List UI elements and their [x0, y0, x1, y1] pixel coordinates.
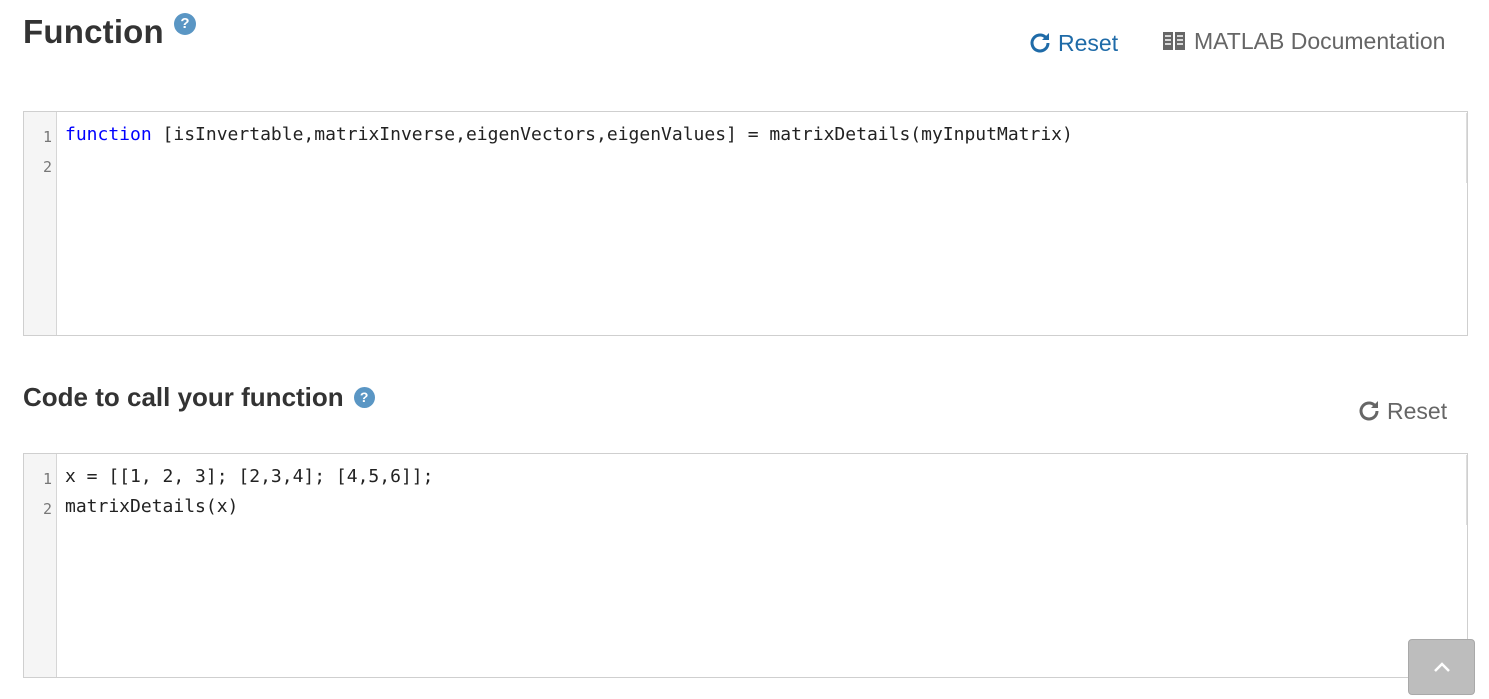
refresh-icon	[1030, 33, 1050, 53]
function-signature: [isInvertable,matrixInverse,eigenVectors…	[151, 124, 1073, 145]
function-header: Function ?	[23, 12, 196, 52]
call-title: Code to call your function	[23, 381, 344, 412]
line-number: 1	[42, 470, 52, 488]
matlab-documentation-label: MATLAB Documentation	[1194, 27, 1446, 54]
function-reset-button[interactable]: Reset	[1028, 28, 1118, 58]
editor-scroll-edge	[1466, 455, 1467, 525]
line-number: 1	[42, 128, 52, 146]
page: Function ? Reset MATLAB Documentation 1 …	[0, 0, 1489, 699]
call-header: Code to call your function ?	[23, 381, 375, 413]
code-area[interactable]: x = [[1, 2, 3]; [2,3,4]; [4,5,6]]; matri…	[65, 454, 1467, 677]
chevron-up-icon	[1433, 662, 1450, 672]
function-code-editor[interactable]: 1 2 function [isInvertable,matrixInverse…	[23, 111, 1468, 336]
call-reset-label: Reset	[1387, 397, 1448, 424]
function-reset-label: Reset	[1058, 29, 1119, 56]
code-area[interactable]: function [isInvertable,matrixInverse,eig…	[65, 112, 1467, 335]
question-circle-icon[interactable]: ?	[353, 386, 375, 408]
back-to-top-button[interactable]	[1408, 639, 1475, 695]
call-code-editor[interactable]: 1 2 x = [[1, 2, 3]; [2,3,4]; [4,5,6]]; m…	[23, 453, 1468, 678]
refresh-icon	[1359, 401, 1379, 421]
code-line: x = [[1, 2, 3]; [2,3,4]; [4,5,6]];	[65, 466, 434, 487]
question-circle-icon[interactable]: ?	[173, 13, 196, 35]
matlab-documentation-link[interactable]: MATLAB Documentation	[1162, 27, 1445, 55]
book-icon	[1163, 32, 1185, 50]
call-reset-button[interactable]: Reset	[1357, 396, 1447, 426]
code-line: matrixDetails(x)	[65, 496, 239, 517]
line-number-gutter: 1 2	[24, 112, 57, 335]
function-title: Function	[23, 13, 164, 50]
keyword-function: function	[65, 124, 152, 145]
code-line: function [isInvertable,matrixInverse,eig…	[65, 124, 1073, 145]
line-number: 2	[42, 500, 52, 518]
line-number: 2	[42, 158, 52, 176]
editor-scroll-edge	[1466, 113, 1467, 183]
line-number-gutter: 1 2	[24, 454, 57, 677]
